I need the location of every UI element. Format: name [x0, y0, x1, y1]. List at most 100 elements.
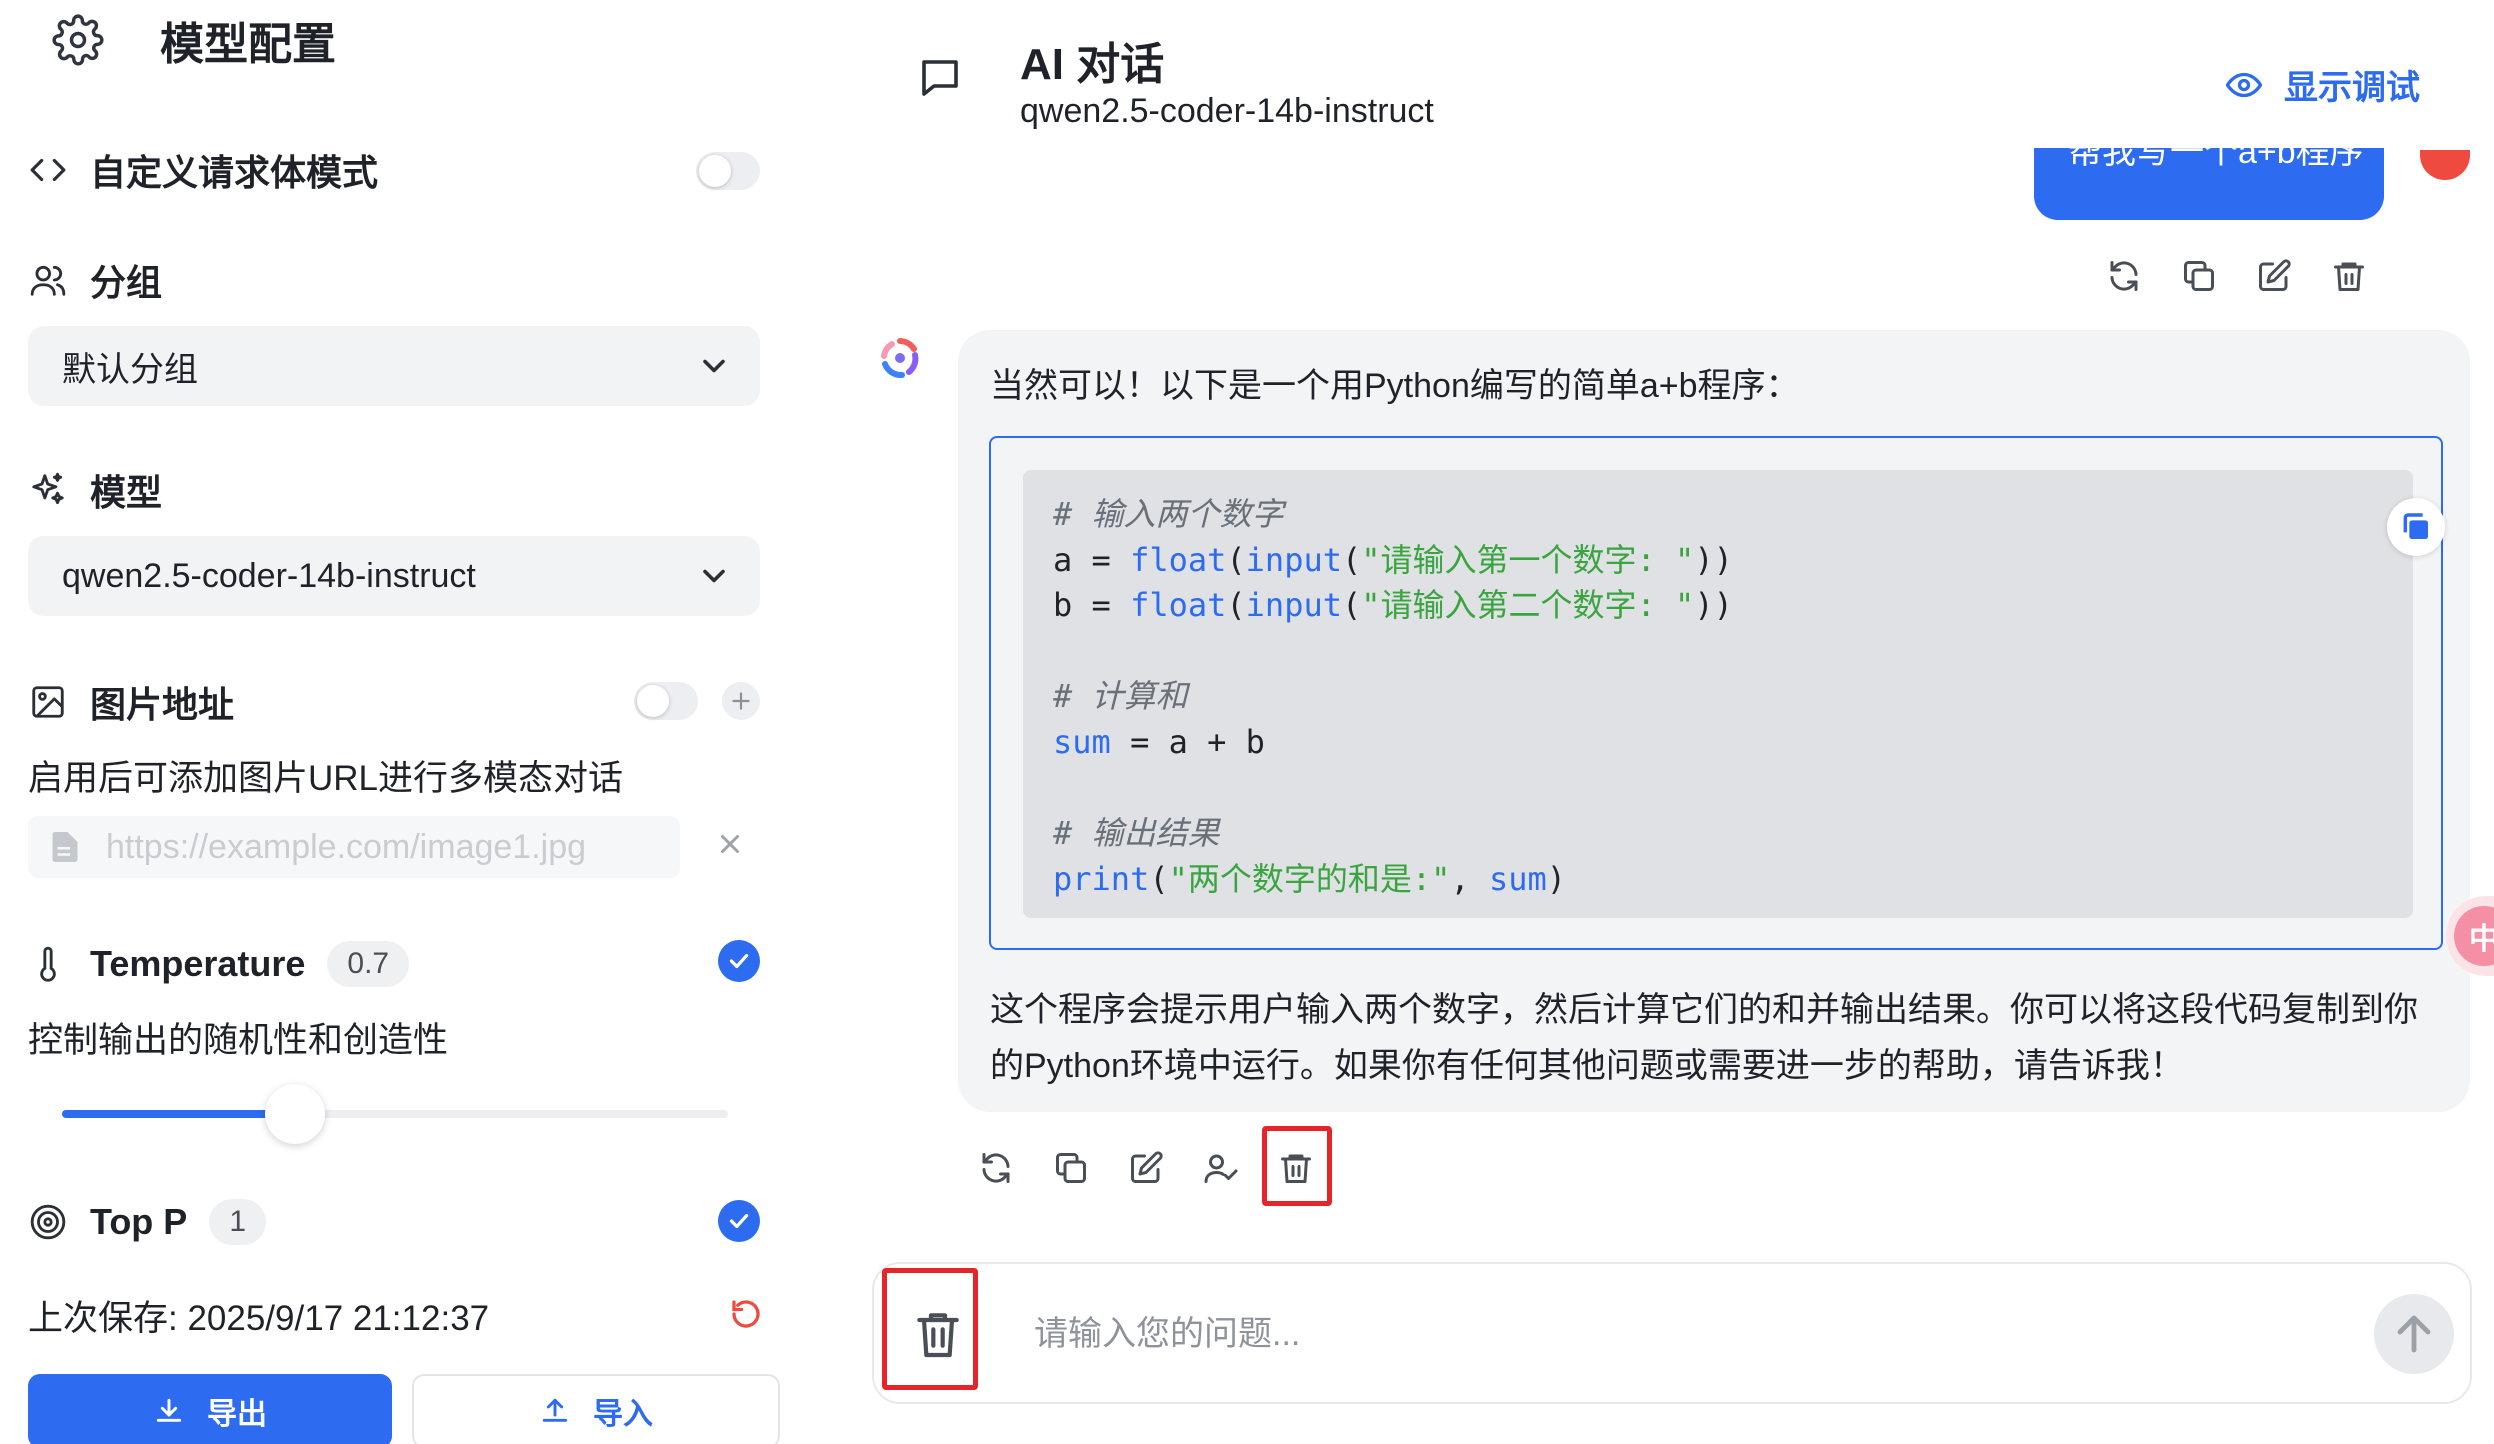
copy-icon: [2184, 261, 2214, 291]
top-p-value-badge: 1: [209, 1199, 266, 1245]
copy-button[interactable]: [2179, 256, 2219, 296]
code-token: (: [1341, 540, 1362, 579]
plus-icon: [732, 692, 750, 710]
config-header: 模型配置: [52, 10, 336, 70]
close-icon[interactable]: [712, 826, 748, 862]
user-avatar: [2420, 150, 2470, 180]
code-token: (: [1341, 586, 1362, 625]
temperature-slider-thumb[interactable]: [265, 1084, 326, 1144]
custom-body-row: 自定义请求体模式: [28, 142, 378, 198]
code-string: "请输入第一个数字: ": [1361, 540, 1695, 579]
code-token: input: [1245, 540, 1342, 579]
sparkles-icon: [28, 470, 68, 510]
copy-button[interactable]: [1051, 1148, 1091, 1188]
file-icon: [52, 832, 78, 862]
model-select[interactable]: qwen2.5-coder-14b-instruct: [28, 536, 760, 616]
group-select[interactable]: 默认分组: [28, 326, 760, 406]
import-label: 导入: [593, 1398, 653, 1431]
code-token: (: [1149, 859, 1169, 898]
model-label: 模型: [90, 472, 163, 513]
eye-icon: [2226, 72, 2262, 97]
temperature-slider[interactable]: [62, 1084, 728, 1144]
code-block: # 输入两个数字 a = float(input("请输入第一个数字: ")) …: [989, 436, 2445, 950]
custom-body-label: 自定义请求体模式: [90, 152, 379, 193]
export-button[interactable]: 导出: [28, 1374, 392, 1444]
model-select-value: qwen2.5-coder-14b-instruct: [62, 556, 476, 595]
assistant-avatar-icon: [881, 338, 919, 378]
code-token: =: [1072, 540, 1131, 579]
image-url-input[interactable]: [106, 827, 666, 867]
temperature-slider-fill: [62, 1110, 296, 1118]
trash-icon: [2334, 262, 2364, 291]
target-icon: [28, 1202, 68, 1242]
arrow-up-icon: [2397, 1315, 2431, 1353]
chat-input-bar: [872, 1262, 2472, 1404]
edit-icon: [2259, 259, 2291, 291]
code-string: "两个数字的和是:": [1168, 859, 1451, 898]
chat-input[interactable]: [1034, 1306, 2234, 1362]
copy-icon: [2403, 513, 2428, 539]
temperature-enabled-checkbox[interactable]: [718, 940, 760, 982]
floating-widget-badge: 中: [2454, 906, 2494, 966]
switch-role-button[interactable]: [1201, 1148, 1241, 1188]
group-label: 分组: [90, 262, 163, 303]
code-token: float: [1130, 540, 1227, 579]
code-icon: [28, 150, 68, 190]
code-content: # 输入两个数字 a = float(input("请输入第一个数字: ")) …: [1023, 470, 2445, 918]
group-select-value: 默认分组: [62, 350, 198, 389]
download-icon: [156, 1398, 182, 1422]
user-message-bubble: 帮我写一个a+b程序: [2034, 148, 2384, 220]
code-token: (: [1226, 540, 1246, 579]
code-token: (: [1226, 586, 1246, 625]
model-row: 模型: [28, 462, 162, 518]
delete-button[interactable]: [2329, 256, 2369, 296]
highlight-box: [1262, 1126, 1332, 1206]
code-token: ,: [1450, 859, 1489, 898]
regenerate-button[interactable]: [976, 1148, 1016, 1188]
chat-icon: [922, 60, 958, 96]
export-label: 导出: [207, 1398, 267, 1431]
temperature-label: Temperature: [90, 943, 306, 984]
code-token: b: [1053, 586, 1073, 625]
chat-model-name: qwen2.5-coder-14b-instruct: [1020, 92, 1434, 130]
check-icon: [729, 953, 749, 969]
image-url-field[interactable]: [28, 816, 680, 878]
code-token: sum: [1053, 722, 1111, 761]
image-url-description: 启用后可添加图片URL进行多模态对话: [28, 759, 624, 798]
show-debug-label: 显示调试: [2284, 69, 2420, 107]
top-p-row: Top P 1: [28, 1194, 266, 1250]
last-saved-text: 上次保存: 2025/9/17 21:12:37: [28, 1299, 490, 1338]
user-check-icon: [1204, 1154, 1238, 1183]
add-image-button[interactable]: [722, 682, 760, 720]
group-row: 分组: [28, 252, 162, 308]
temperature-row: Temperature 0.7: [28, 936, 410, 992]
image-url-label: 图片地址: [90, 684, 235, 725]
edit-button[interactable]: [2254, 256, 2294, 296]
image-url-toggle[interactable]: [634, 682, 698, 720]
code-token: ): [1546, 859, 1566, 898]
code-token: )): [1694, 540, 1733, 579]
upload-icon: [542, 1398, 568, 1422]
image-icon: [28, 682, 68, 722]
copy-code-button[interactable]: [2387, 498, 2445, 556]
chevron-down-icon: [703, 569, 725, 583]
code-token: )): [1694, 586, 1733, 625]
show-debug-button[interactable]: 显示调试: [2226, 60, 2420, 109]
code-comment: # 输入两个数字: [1053, 495, 1284, 533]
edit-icon: [1131, 1151, 1163, 1183]
send-button[interactable]: [2374, 1294, 2454, 1374]
code-token: input: [1245, 586, 1342, 625]
code-string: "请输入第二个数字: ": [1361, 586, 1695, 625]
import-button[interactable]: 导入: [412, 1374, 780, 1444]
temperature-value-badge: 0.7: [327, 941, 410, 987]
refresh-icon: [982, 1153, 1010, 1183]
custom-body-toggle[interactable]: [696, 152, 760, 190]
highlight-box: [882, 1268, 978, 1390]
assistant-outro-text: 这个程序会提示用户输入两个数字，然后计算它们的和并输出结果。你可以将这段代码复制…: [990, 991, 2418, 1085]
edit-button[interactable]: [1126, 1148, 1166, 1188]
config-panel: 模型配置 自定义请求体模式 分组 默认分组 模型 qwen2.5-coder-1…: [0, 0, 800, 1444]
top-p-enabled-checkbox[interactable]: [718, 1200, 760, 1242]
code-token: sum: [1488, 859, 1547, 898]
regenerate-button[interactable]: [2104, 256, 2144, 296]
reset-icon[interactable]: [728, 1296, 764, 1332]
